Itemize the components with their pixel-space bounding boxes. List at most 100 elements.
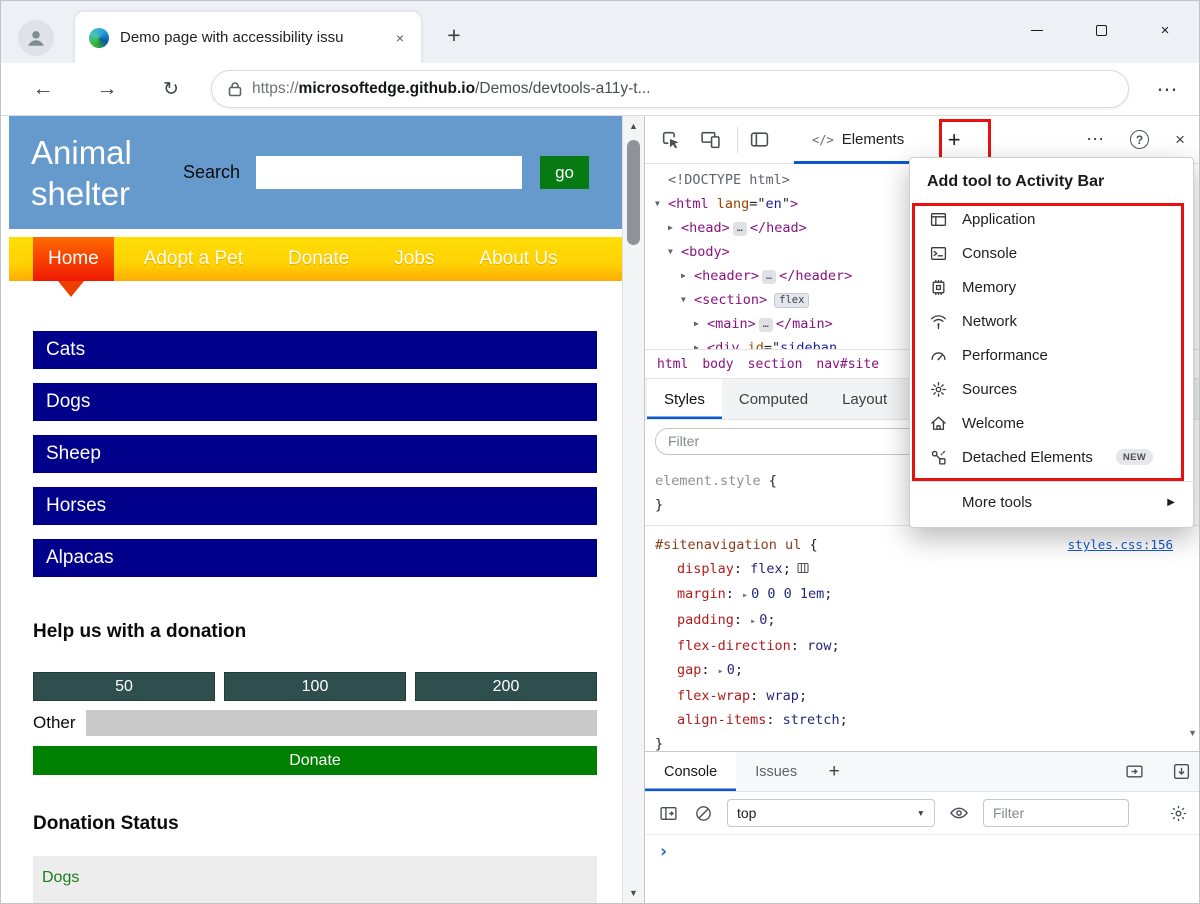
menu-item-application[interactable]: Application xyxy=(910,202,1193,236)
nav-item-donate[interactable]: Donate xyxy=(273,237,364,281)
css-property[interactable]: padding: ▸ 0; xyxy=(655,608,1191,634)
collapse-node-icon[interactable]: ▼ xyxy=(668,240,681,263)
expand-node-icon[interactable]: ▶ xyxy=(694,336,707,349)
close-devtools-icon[interactable]: × xyxy=(1175,130,1185,150)
clear-console-icon[interactable] xyxy=(692,802,714,824)
amount-button-200[interactable]: 200 xyxy=(415,672,597,701)
close-tab-icon[interactable]: × xyxy=(387,25,413,51)
forward-button[interactable]: → xyxy=(89,71,125,107)
tab-issues[interactable]: Issues xyxy=(736,752,816,791)
expand-node-icon[interactable]: ▶ xyxy=(681,264,694,287)
address-bar[interactable]: https://microsoftedge.github.io/Demos/de… xyxy=(211,70,1129,108)
menu-item-console[interactable]: Console xyxy=(910,236,1193,270)
tab-styles[interactable]: Styles xyxy=(647,379,722,419)
expand-shorthand-icon[interactable]: ▸ xyxy=(750,616,756,627)
css-property[interactable]: flex-wrap: wrap; xyxy=(655,684,1191,708)
menu-item-performance[interactable]: Performance xyxy=(910,338,1193,372)
lock-icon xyxy=(228,82,242,97)
menu-item-sources[interactable]: Sources xyxy=(910,372,1193,406)
menu-item-detached-elements[interactable]: Detached Elements NEW xyxy=(910,440,1193,474)
collapse-drawer-icon[interactable] xyxy=(1172,762,1191,781)
flex-badge[interactable]: flex xyxy=(774,293,810,308)
menu-item-memory[interactable]: Memory xyxy=(910,270,1193,304)
maximize-icon xyxy=(1095,24,1107,36)
scrollbar-thumb[interactable] xyxy=(627,140,640,245)
scroll-up-icon[interactable]: ▲ xyxy=(623,121,644,131)
close-window-button[interactable]: × xyxy=(1133,1,1197,59)
collapse-node-icon[interactable]: ▼ xyxy=(681,288,694,311)
menu-item-more-tools[interactable]: More tools ▶ xyxy=(910,482,1193,522)
new-tab-button[interactable]: + xyxy=(437,18,471,52)
console-prompt[interactable]: › xyxy=(645,835,1199,862)
refresh-button[interactable]: ↻ xyxy=(153,71,189,107)
expand-node-icon[interactable]: ▶ xyxy=(694,312,707,335)
amount-button-50[interactable]: 50 xyxy=(33,672,215,701)
animal-item-alpacas[interactable]: Alpacas xyxy=(33,539,597,577)
menu-item-welcome[interactable]: Welcome xyxy=(910,406,1193,440)
dom-token: sideban xyxy=(780,340,838,349)
breadcrumb-item-html[interactable]: html xyxy=(657,357,688,372)
tab-elements[interactable]: </> Elements xyxy=(794,116,922,164)
donate-button[interactable]: Donate xyxy=(33,746,597,775)
flex-editor-icon[interactable] xyxy=(797,558,809,582)
animal-item-horses[interactable]: Horses xyxy=(33,487,597,525)
nav-item-jobs[interactable]: Jobs xyxy=(379,237,449,281)
inline-expand-button[interactable]: … xyxy=(732,222,747,236)
console-settings-gear-icon[interactable] xyxy=(1167,802,1189,824)
browser-more-button[interactable]: ⋯ xyxy=(1149,71,1185,107)
search-go-button[interactable]: go xyxy=(540,156,590,189)
help-icon[interactable]: ? xyxy=(1130,130,1150,149)
new-badge: NEW xyxy=(1115,449,1153,465)
dock-panel-icon[interactable] xyxy=(1125,762,1144,781)
minimize-button[interactable] xyxy=(1005,1,1069,59)
console-filter-input[interactable] xyxy=(983,799,1129,827)
amount-button-100[interactable]: 100 xyxy=(224,672,406,701)
expand-node-icon[interactable]: ▶ xyxy=(668,216,681,239)
nav-item-home[interactable]: Home xyxy=(33,237,114,281)
page-scrollbar[interactable]: ▲ ▼ xyxy=(622,116,644,903)
back-button[interactable]: ← xyxy=(25,71,61,107)
css-property-value: 0 xyxy=(726,662,735,678)
maximize-button[interactable] xyxy=(1069,1,1133,59)
animal-item-dogs[interactable]: Dogs xyxy=(33,383,597,421)
css-property-name: flex-wrap xyxy=(677,688,751,704)
add-drawer-tab-button[interactable]: + xyxy=(816,752,852,791)
devtools-more-icon[interactable]: ⋯ xyxy=(1086,129,1104,150)
nav-item-about-us[interactable]: About Us xyxy=(464,237,572,281)
animal-item-cats[interactable]: Cats xyxy=(33,331,597,369)
activity-bar-icon[interactable] xyxy=(744,125,774,155)
inline-expand-button[interactable]: … xyxy=(758,318,773,332)
breadcrumb-item-body[interactable]: body xyxy=(702,357,733,372)
expand-shorthand-icon[interactable]: ▸ xyxy=(718,666,724,677)
css-property[interactable]: align-items: stretch; xyxy=(655,708,1191,732)
javascript-context-select[interactable]: top ▼ xyxy=(727,799,935,827)
tab-layout[interactable]: Layout xyxy=(825,379,904,419)
css-property[interactable]: display: flex; xyxy=(655,557,1191,582)
annotation-box-add-tool xyxy=(939,119,991,162)
css-property[interactable]: flex-direction: row; xyxy=(655,634,1191,658)
menu-item-network[interactable]: Network xyxy=(910,304,1193,338)
other-amount-input[interactable] xyxy=(85,710,597,736)
expand-shorthand-icon[interactable]: ▸ xyxy=(742,590,748,601)
browser-tab[interactable]: Demo page with accessibility issu × xyxy=(75,12,421,63)
console-sidebar-icon[interactable] xyxy=(657,802,679,824)
collapse-node-icon[interactable]: ▼ xyxy=(655,192,668,215)
inline-expand-button[interactable]: … xyxy=(762,270,777,284)
nav-item-adopt-a-pet[interactable]: Adopt a Pet xyxy=(129,237,258,281)
tab-computed[interactable]: Computed xyxy=(722,379,825,419)
styles-scroll-down-icon[interactable]: ▼ xyxy=(1188,728,1197,738)
stylesheet-link[interactable]: styles.css:156 xyxy=(1068,533,1191,557)
inspect-icon[interactable] xyxy=(655,125,685,155)
css-property[interactable]: gap: ▸ 0; xyxy=(655,658,1191,684)
animal-item-sheep[interactable]: Sheep xyxy=(33,435,597,473)
live-expression-eye-icon[interactable] xyxy=(948,802,970,824)
memory-icon xyxy=(929,278,947,296)
profile-avatar[interactable] xyxy=(18,20,54,56)
breadcrumb-item-section[interactable]: section xyxy=(748,357,803,372)
breadcrumb-item-nav-site[interactable]: nav#site xyxy=(816,357,879,372)
tab-console[interactable]: Console xyxy=(645,752,737,791)
css-property[interactable]: margin: ▸ 0 0 0 1em; xyxy=(655,582,1191,608)
scroll-down-icon[interactable]: ▼ xyxy=(623,888,644,898)
device-emulation-icon[interactable] xyxy=(695,125,725,155)
search-input[interactable] xyxy=(256,156,523,189)
